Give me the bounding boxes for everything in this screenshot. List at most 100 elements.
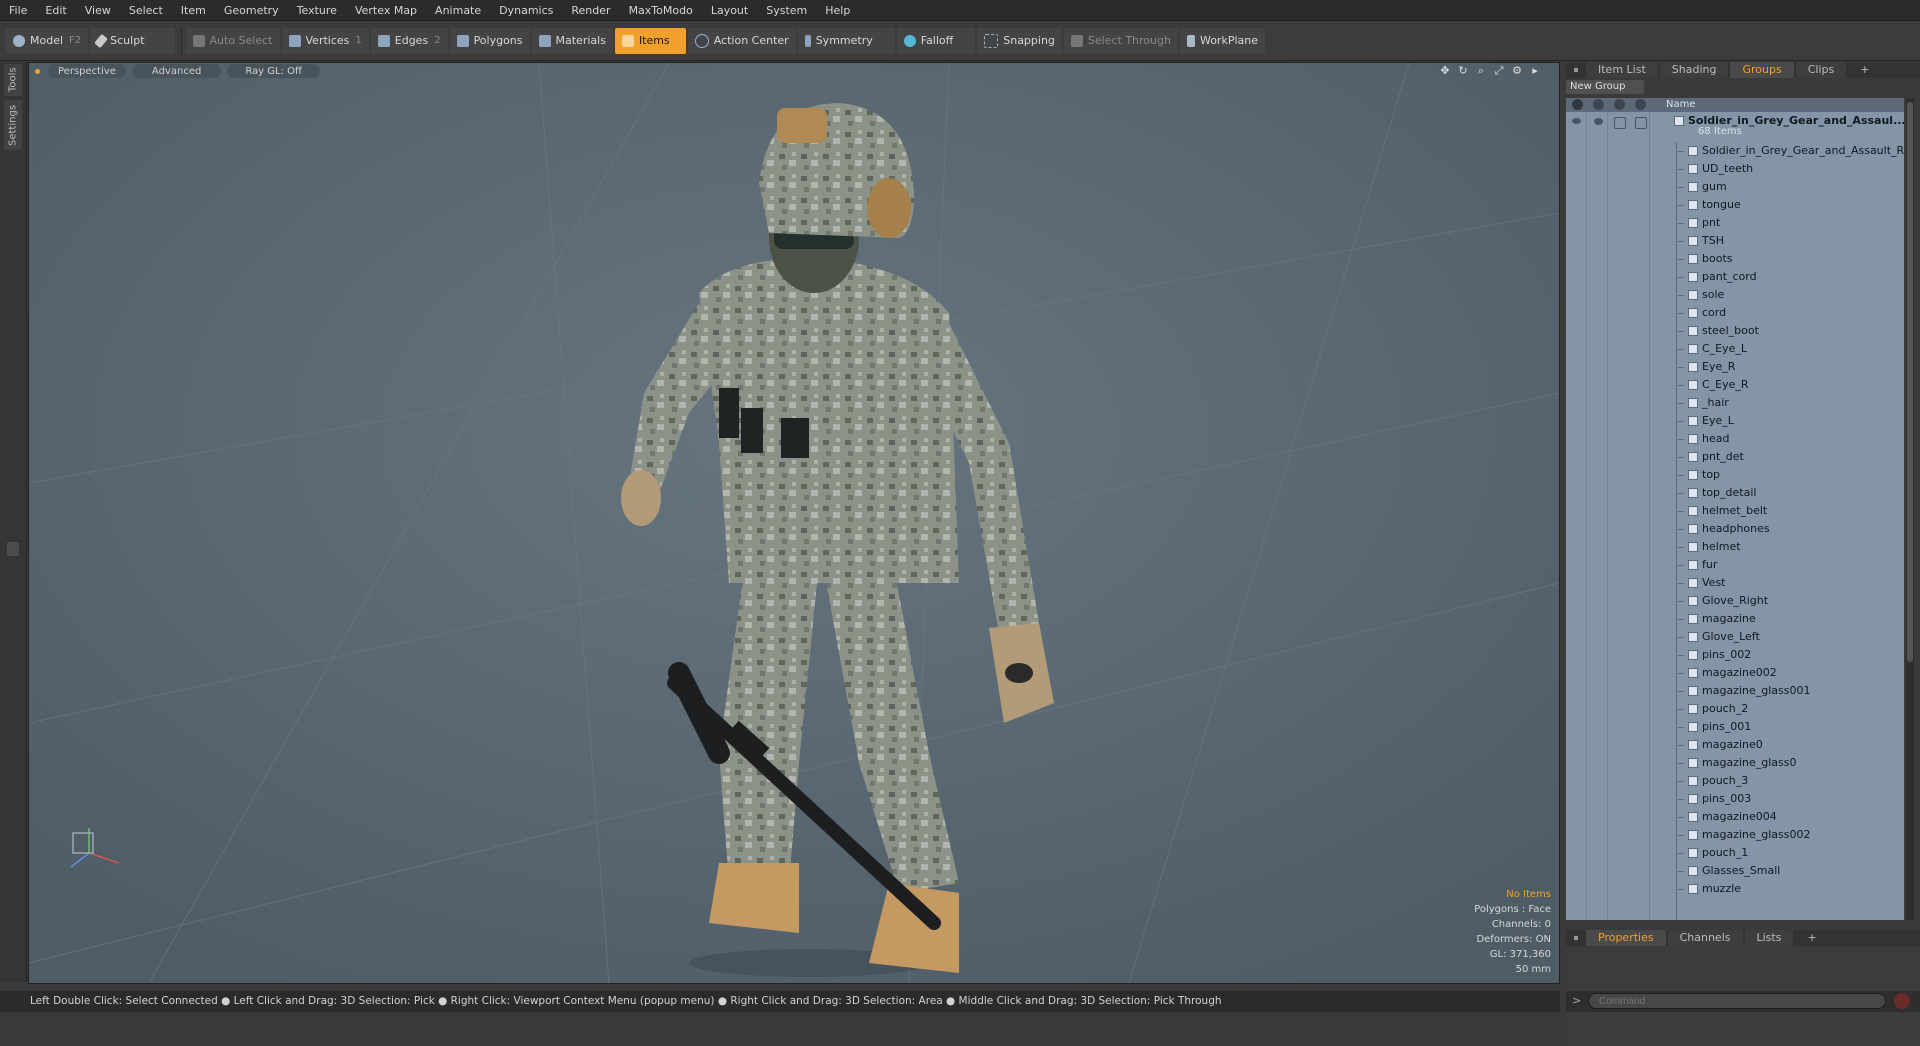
menu-file[interactable]: File <box>0 4 36 17</box>
select-through-button[interactable]: Select Through <box>1063 27 1178 54</box>
group-row[interactable]: Soldier_in_Grey_Gear_and_Assaul... 68 It… <box>1566 112 1904 142</box>
symmetry-button[interactable]: Symmetry <box>797 27 895 54</box>
model-mode-button[interactable]: Model F2 <box>6 27 89 54</box>
list-item[interactable]: Glove_Left <box>1566 628 1904 646</box>
eye-icon[interactable] <box>1572 118 1581 124</box>
name-column-header[interactable]: Name <box>1666 98 1696 112</box>
list-item[interactable]: Eye_L <box>1566 412 1904 430</box>
menu-help[interactable]: Help <box>816 4 859 17</box>
list-item[interactable]: gum <box>1566 178 1904 196</box>
list-item[interactable]: Glasses_Small <box>1566 862 1904 880</box>
command-history-icon[interactable] <box>1894 993 1910 1009</box>
menu-texture[interactable]: Texture <box>288 4 346 17</box>
workplane-button[interactable]: WorkPlane <box>1179 27 1265 54</box>
list-item[interactable]: pins_003 <box>1566 790 1904 808</box>
tab-item-list[interactable]: Item List <box>1586 62 1658 78</box>
settings-tab[interactable]: Settings <box>4 100 22 150</box>
list-item[interactable]: magazine004 <box>1566 808 1904 826</box>
list-item[interactable]: top_detail <box>1566 484 1904 502</box>
list-item[interactable]: Soldier_in_Grey_Gear_and_Assault_Ri... <box>1566 142 1904 160</box>
menu-geometry[interactable]: Geometry <box>215 4 288 17</box>
vertices-mode-button[interactable]: Vertices 1 <box>281 27 369 54</box>
list-item[interactable]: TSH <box>1566 232 1904 250</box>
auto-select-button[interactable]: Auto Select <box>185 27 280 54</box>
list-item[interactable]: magazine <box>1566 610 1904 628</box>
items-mode-button[interactable]: Items <box>614 27 686 54</box>
menu-vertex-map[interactable]: Vertex Map <box>346 4 426 17</box>
command-input[interactable] <box>1588 993 1886 1009</box>
groups-list[interactable]: Name Soldier_in_Grey_Gear_and_Assaul... … <box>1566 98 1904 920</box>
menu-view[interactable]: View <box>76 4 120 17</box>
add-tab-button[interactable]: + <box>1848 62 1881 78</box>
list-item[interactable]: pouch_2 <box>1566 700 1904 718</box>
list-item[interactable]: pouch_1 <box>1566 844 1904 862</box>
list-scroll-thumb[interactable] <box>1907 102 1913 662</box>
polygons-mode-button[interactable]: Polygons <box>449 27 530 54</box>
list-item[interactable]: Eye_R <box>1566 358 1904 376</box>
menu-animate[interactable]: Animate <box>426 4 490 17</box>
menu-maxtomodo[interactable]: MaxToModo <box>620 4 702 17</box>
action-center-button[interactable]: Action Center <box>687 27 796 54</box>
list-item[interactable]: steel_boot <box>1566 322 1904 340</box>
select-checkbox[interactable] <box>1635 117 1647 129</box>
list-item[interactable]: helmet_belt <box>1566 502 1904 520</box>
gear-icon[interactable]: ⚙ <box>1511 65 1523 77</box>
edges-mode-button[interactable]: Edges 2 <box>370 27 448 54</box>
new-group-button[interactable]: New Group <box>1566 80 1644 94</box>
list-item[interactable]: boots <box>1566 250 1904 268</box>
tab-groups[interactable]: Groups <box>1730 62 1794 78</box>
list-item[interactable]: head <box>1566 430 1904 448</box>
bottom-panel-menu-icon[interactable] <box>1574 936 1578 940</box>
list-item[interactable]: magazine_glass002 <box>1566 826 1904 844</box>
list-item[interactable]: muzzle <box>1566 880 1904 898</box>
list-item[interactable]: UD_teeth <box>1566 160 1904 178</box>
ray-gl-toggle[interactable]: Ray GL: Off <box>227 64 320 78</box>
tab-channels[interactable]: Channels <box>1667 930 1743 946</box>
list-item[interactable]: Glove_Right <box>1566 592 1904 610</box>
list-item[interactable]: tongue <box>1566 196 1904 214</box>
list-item[interactable]: magazine0 <box>1566 736 1904 754</box>
tab-shading[interactable]: Shading <box>1659 62 1729 78</box>
list-item[interactable]: top <box>1566 466 1904 484</box>
menu-layout[interactable]: Layout <box>702 4 757 17</box>
tools-tab[interactable]: Tools <box>4 64 22 96</box>
tab-properties[interactable]: Properties <box>1586 930 1666 946</box>
select-column-icon[interactable] <box>1635 99 1646 110</box>
falloff-button[interactable]: Falloff <box>896 27 976 54</box>
menu-edit[interactable]: Edit <box>36 4 75 17</box>
list-item[interactable]: pant_cord <box>1566 268 1904 286</box>
list-item[interactable]: pins_002 <box>1566 646 1904 664</box>
viewport-menu-icon[interactable] <box>35 68 40 74</box>
visibility-column-icon[interactable] <box>1572 99 1583 110</box>
tab-clips[interactable]: Clips <box>1795 62 1847 78</box>
list-item[interactable]: fur <box>1566 556 1904 574</box>
panel-menu-icon[interactable] <box>1574 68 1578 72</box>
strip-toggle-button[interactable] <box>7 542 19 556</box>
3d-viewport[interactable]: Perspective Advanced Ray GL: Off ✥ ↻ ⌕ ⤢… <box>28 62 1560 984</box>
list-item[interactable]: magazine002 <box>1566 664 1904 682</box>
list-item[interactable]: pnt_det <box>1566 448 1904 466</box>
tab-lists[interactable]: Lists <box>1744 930 1794 946</box>
list-item[interactable]: magazine_glass001 <box>1566 682 1904 700</box>
pan-icon[interactable]: ✥ <box>1439 65 1451 77</box>
list-item[interactable]: pouch_3 <box>1566 772 1904 790</box>
list-item[interactable]: headphones <box>1566 520 1904 538</box>
list-item[interactable]: Vest <box>1566 574 1904 592</box>
list-item[interactable]: pnt <box>1566 214 1904 232</box>
menu-select[interactable]: Select <box>120 4 172 17</box>
menu-system[interactable]: System <box>757 4 816 17</box>
menu-render[interactable]: Render <box>562 4 619 17</box>
advanced-shading-dropdown[interactable]: Advanced <box>131 64 222 78</box>
list-item[interactable]: sole <box>1566 286 1904 304</box>
list-item[interactable]: pins_001 <box>1566 718 1904 736</box>
materials-mode-button[interactable]: Materials <box>531 27 613 54</box>
list-item[interactable]: magazine_glass0 <box>1566 754 1904 772</box>
rotate-icon[interactable]: ↻ <box>1457 65 1469 77</box>
list-item[interactable]: helmet <box>1566 538 1904 556</box>
list-item[interactable]: C_Eye_R <box>1566 376 1904 394</box>
sculpt-mode-button[interactable]: Sculpt <box>90 27 175 54</box>
render-icon[interactable] <box>1594 118 1603 125</box>
lock-checkbox[interactable] <box>1614 117 1626 129</box>
render-column-icon[interactable] <box>1593 99 1604 110</box>
menu-dynamics[interactable]: Dynamics <box>490 4 562 17</box>
